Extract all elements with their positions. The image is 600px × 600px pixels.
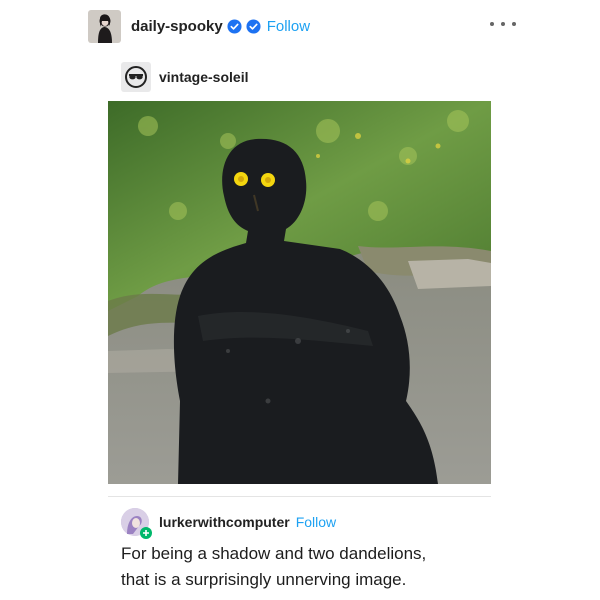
- author-avatar[interactable]: [88, 9, 121, 43]
- reblog-header: vintage-soleil: [121, 62, 248, 92]
- post-header: daily-spooky Follow: [88, 9, 528, 43]
- reply-author-name[interactable]: lurkerwithcomputer: [159, 514, 290, 530]
- reply-avatar[interactable]: [121, 508, 152, 539]
- reply-follow-button[interactable]: Follow: [296, 514, 336, 530]
- reblog-author-name[interactable]: vintage-soleil: [159, 69, 248, 85]
- verified-check-icon: [246, 18, 261, 34]
- post-photo[interactable]: [108, 101, 491, 484]
- reply-text-line: For being a shadow and two dandelions,: [121, 544, 427, 563]
- divider: [108, 496, 491, 497]
- follow-plus-badge-icon: [140, 527, 152, 539]
- author-name[interactable]: daily-spooky: [131, 18, 223, 35]
- reply-text: For being a shadow and two dandelions, t…: [121, 541, 521, 593]
- sun-sunglasses-icon: [125, 66, 147, 88]
- reply-header: lurkerwithcomputer Follow: [121, 508, 336, 539]
- verified-check-icon: [227, 18, 242, 34]
- reply-text-line: that is a surprisingly unnerving image.: [121, 570, 407, 589]
- reblog-avatar[interactable]: [121, 62, 151, 92]
- follow-button[interactable]: Follow: [267, 18, 310, 35]
- more-dots-icon[interactable]: [490, 18, 516, 30]
